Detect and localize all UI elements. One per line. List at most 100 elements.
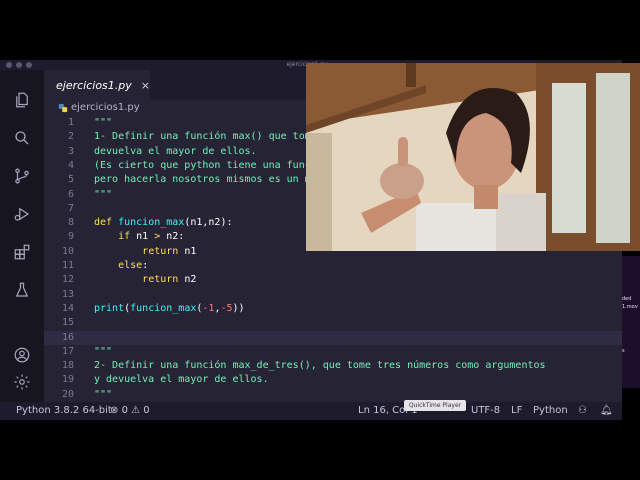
side-text-1: ded — [622, 296, 632, 302]
code-token: (Es cierto que python tiene una funci — [94, 159, 317, 171]
testing-icon[interactable] — [12, 280, 32, 300]
settings-gear-icon[interactable] — [12, 372, 32, 392]
code-token: else — [118, 260, 143, 271]
code-token: )) — [232, 302, 245, 314]
line-code: """ — [94, 388, 112, 402]
extensions-icon[interactable] — [12, 242, 32, 262]
code-line[interactable]: 16 — [44, 330, 622, 345]
code-token: : — [142, 260, 149, 271]
tab-ejercicios1[interactable]: ejercicios1.py × — [44, 70, 150, 100]
line-number: 4 — [67, 159, 74, 171]
code-line[interactable]: 12 return n2 — [44, 273, 622, 287]
warning-icon: ⚠ — [131, 405, 141, 416]
activity-bar — [0, 70, 44, 402]
error-icon: ⊗ — [110, 405, 119, 416]
line-number: 14 — [61, 302, 74, 314]
problems-indicator[interactable]: ⊗ 0 ⚠ 0 — [110, 402, 150, 420]
line-code: 1- Definir una función max() que tome — [94, 130, 317, 144]
code-line[interactable]: 18 2- Definir una función max_de_tres(), … — [44, 359, 622, 373]
line-number: 2 — [67, 131, 74, 143]
code-token: n1 — [184, 245, 197, 257]
line-code: else: — [94, 259, 148, 273]
code-line[interactable]: 17 """ — [44, 345, 622, 359]
notifications-icon[interactable]: 🔔︎ — [600, 402, 613, 420]
close-tab-icon[interactable]: × — [141, 79, 150, 92]
code-token: n2: — [166, 231, 185, 243]
line-code: print(funcion_max(-1,-5)) — [94, 302, 245, 316]
line-number: 3 — [67, 145, 74, 157]
line-number: 12 — [61, 274, 74, 286]
code-token: -1 — [202, 302, 215, 314]
code-line[interactable]: 19 y devuelva el mayor de ellos. — [44, 373, 622, 387]
side-panel: ded 1.mov s — [622, 256, 640, 388]
account-icon[interactable] — [12, 345, 32, 365]
line-code: (Es cierto que python tiene una funci — [94, 159, 317, 173]
error-count: 0 — [121, 405, 128, 416]
line-number: 11 — [61, 260, 74, 271]
line-code: return n2 — [94, 273, 196, 287]
code-line[interactable]: 20 """ — [44, 388, 622, 402]
line-code: return n1 — [94, 245, 196, 259]
line-number: 7 — [67, 202, 74, 214]
code-token: funcion_max — [118, 217, 185, 229]
code-token: def — [94, 217, 119, 229]
status-bar: Python 3.8.2 64-bit ⊗ 0 ⚠ 0 Ln 16, Col 1… — [0, 402, 622, 420]
line-number: 13 — [61, 288, 74, 300]
code-token: n2 — [184, 274, 197, 286]
line-number: 17 — [61, 345, 74, 357]
warning-count: 0 — [143, 405, 150, 416]
code-token: if — [118, 231, 137, 243]
code-token: 1- Definir una función max() que tome — [94, 131, 317, 143]
code-token: """ — [94, 188, 113, 200]
code-token: -5 — [220, 302, 233, 314]
search-icon[interactable] — [12, 128, 32, 148]
line-code: devuelva el mayor de ellos. — [94, 145, 257, 159]
code-token: """ — [94, 388, 113, 400]
tab-label: ejercicios1.py — [56, 78, 132, 92]
line-number: 1 — [67, 117, 74, 128]
line-code: 2- Definir una función max_de_tres(), qu… — [94, 359, 546, 373]
side-text-2: 1.mov — [622, 304, 638, 310]
line-code: pero hacerla nosotros mismos es un mu — [94, 173, 317, 187]
code-token: n1 — [136, 231, 155, 243]
line-number: 8 — [67, 217, 74, 229]
line-code: y devuelva el mayor de ellos. — [94, 373, 269, 387]
encoding[interactable]: UTF-8 — [471, 402, 500, 420]
line-number: 9 — [67, 231, 74, 243]
code-token: return — [142, 245, 185, 257]
line-number: 6 — [67, 188, 74, 200]
line-endings[interactable]: LF — [511, 402, 522, 420]
line-code: if n1 > n2: — [94, 230, 184, 244]
breadcrumb-file[interactable]: ejercicios1.py — [71, 102, 140, 113]
python-interpreter[interactable]: Python 3.8.2 64-bit — [16, 402, 112, 420]
code-token: return — [142, 274, 185, 286]
line-code: """ — [94, 188, 112, 202]
code-token: print — [94, 302, 125, 314]
language-mode[interactable]: Python — [533, 402, 568, 420]
run-debug-icon[interactable] — [12, 204, 32, 224]
code-line[interactable]: 15 — [44, 316, 622, 330]
code-token: funcion_max — [130, 302, 197, 314]
line-code: """ — [94, 345, 112, 359]
side-text-3: s — [622, 348, 625, 354]
quicktime-tooltip: QuickTime Player — [404, 400, 466, 411]
code-token: """ — [94, 117, 113, 128]
code-line[interactable]: 13 — [44, 288, 622, 302]
line-code: def funcion_max(n1,n2): — [94, 216, 233, 230]
python-icon — [58, 103, 68, 112]
code-token: 2- Definir una función max_de_tres(), qu… — [94, 360, 546, 372]
code-line[interactable]: 14 print(funcion_max(-1,-5)) — [44, 302, 622, 316]
code-token: y devuelva el mayor de ellos. — [94, 374, 269, 386]
code-token: > — [154, 231, 167, 243]
line-number: 5 — [67, 174, 74, 186]
line-code: """ — [94, 116, 112, 130]
feedback-icon[interactable]: ⚇ — [578, 402, 587, 420]
source-control-icon[interactable] — [12, 166, 32, 186]
code-line[interactable]: 11 else: — [44, 259, 622, 273]
files-icon[interactable] — [12, 90, 32, 110]
code-token: pero hacerla nosotros mismos es un mu — [94, 174, 317, 186]
